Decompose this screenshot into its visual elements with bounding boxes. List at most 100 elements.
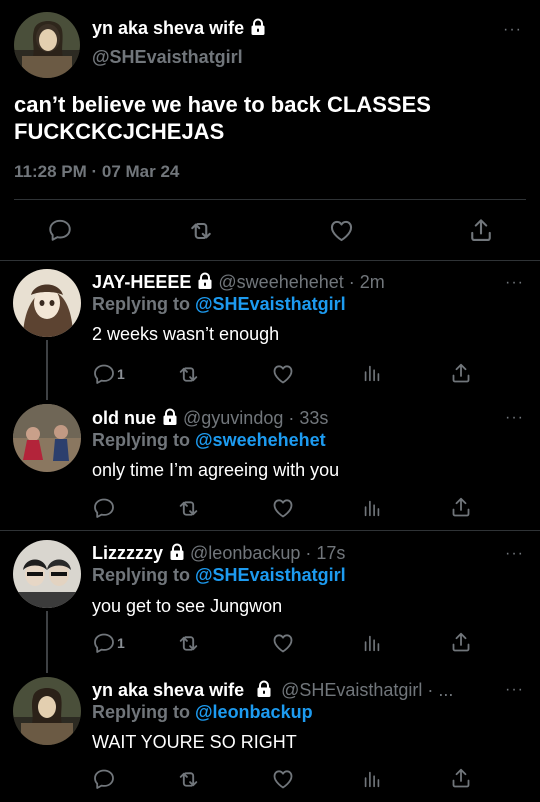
reply-icon: [47, 217, 73, 243]
like-icon: [328, 217, 355, 244]
more-options-icon[interactable]: ···: [503, 22, 522, 38]
like-button[interactable]: [271, 631, 295, 655]
main-share-button[interactable]: [467, 216, 495, 244]
reply-author-name[interactable]: old nue: [92, 408, 156, 428]
reply-button[interactable]: 1: [92, 631, 125, 655]
reply-button[interactable]: [92, 767, 117, 791]
lock-icon: [169, 543, 185, 561]
reply-header[interactable]: JAY-HEEEE @sweehehehet · 2m: [92, 272, 385, 293]
retweet-button[interactable]: [176, 631, 201, 656]
main-tweet-timestamp[interactable]: 11:28 PM · 07 Mar 24: [14, 162, 179, 182]
main-retweet-button[interactable]: [187, 217, 215, 245]
replying-to: Replying to @leonbackup: [92, 702, 313, 722]
reply-avatar[interactable]: [13, 540, 81, 608]
like-icon: [271, 767, 295, 791]
replying-to: Replying to @SHEvaisthatgirl: [92, 294, 346, 314]
replying-to-link[interactable]: @leonbackup: [195, 702, 313, 722]
main-author-name[interactable]: yn aka sheva wife: [92, 18, 266, 39]
reply-icon: [92, 362, 116, 386]
more-options-icon[interactable]: ···: [505, 410, 524, 426]
retweet-button[interactable]: [176, 496, 201, 521]
analytics-button[interactable]: [361, 497, 383, 519]
reply-text: only time I’m agreeing with you: [92, 460, 340, 480]
reply-header[interactable]: yn aka sheva wife @SHEvaisthatgirl · ...: [92, 680, 453, 701]
more-options-icon[interactable]: ···: [505, 682, 524, 698]
reply-button[interactable]: 1: [92, 362, 125, 386]
divider: [0, 260, 540, 261]
divider: [14, 199, 526, 200]
more-options-icon[interactable]: ···: [505, 275, 524, 291]
replying-to-link[interactable]: @sweehehehet: [195, 430, 326, 450]
analytics-icon: [361, 768, 383, 790]
analytics-icon: [361, 497, 383, 519]
reply-time: · 33s: [288, 408, 329, 428]
analytics-button[interactable]: [361, 362, 383, 384]
main-avatar[interactable]: [14, 12, 80, 78]
reply-header[interactable]: old nue @gyuvindog · 33s: [92, 408, 328, 429]
thread-line: [46, 611, 48, 673]
reply-time: · 2m: [348, 272, 385, 292]
reply-count: 1: [117, 635, 125, 651]
reply-author-handle[interactable]: @SHEvaisthatgirl · ...: [281, 680, 453, 700]
retweet-icon: [187, 217, 215, 245]
reply-icon: [92, 496, 116, 520]
analytics-icon: [361, 362, 383, 384]
retweet-icon: [176, 496, 201, 521]
analytics-icon: [361, 632, 383, 654]
retweet-button[interactable]: [176, 767, 201, 792]
analytics-button[interactable]: [361, 768, 383, 790]
replying-to-link[interactable]: @SHEvaisthatgirl: [195, 294, 346, 314]
reply-avatar[interactable]: [13, 269, 81, 337]
share-icon: [467, 216, 495, 244]
reply-icon: [92, 631, 116, 655]
reply-count: 1: [117, 366, 125, 382]
reply-author-name[interactable]: JAY-HEEEE: [92, 272, 191, 292]
share-icon: [449, 361, 473, 385]
share-icon: [449, 766, 473, 790]
share-icon: [449, 495, 473, 519]
replying-to: Replying to @sweehehehet: [92, 430, 326, 450]
replying-to-link[interactable]: @SHEvaisthatgirl: [195, 565, 346, 585]
like-icon: [271, 631, 295, 655]
like-button[interactable]: [271, 767, 295, 791]
like-icon: [271, 496, 295, 520]
share-icon: [449, 630, 473, 654]
lock-icon: [197, 272, 213, 290]
reply-author-handle[interactable]: @leonbackup: [190, 543, 300, 563]
replying-to: Replying to @SHEvaisthatgirl: [92, 565, 346, 585]
reply-time: · 17s: [305, 543, 346, 563]
reply-author-handle[interactable]: @sweehehehet: [218, 272, 343, 292]
like-icon: [271, 362, 295, 386]
reply-icon: [92, 767, 116, 791]
reply-avatar[interactable]: [13, 404, 81, 472]
retweet-icon: [176, 631, 201, 656]
share-button[interactable]: [449, 361, 473, 385]
reply-text: WAIT YOURE SO RIGHT: [92, 732, 297, 752]
reply-text: 2 weeks wasn’t enough: [92, 324, 280, 344]
main-tweet-text: can’t believe we have to back CLASSES FU…: [14, 92, 431, 144]
share-button[interactable]: [449, 630, 473, 654]
reply-header[interactable]: Lizzzzzy @leonbackup · 17s: [92, 543, 345, 564]
like-button[interactable]: [271, 362, 295, 386]
reply-button[interactable]: [92, 496, 117, 520]
share-button[interactable]: [449, 766, 473, 790]
like-button[interactable]: [271, 496, 295, 520]
main-reply-button[interactable]: [47, 217, 73, 243]
reply-author-name[interactable]: Lizzzzzy: [92, 543, 163, 563]
analytics-button[interactable]: [361, 632, 383, 654]
retweet-icon: [176, 362, 201, 387]
reply-author-name[interactable]: yn aka sheva wife: [92, 680, 244, 700]
lock-icon: [250, 18, 266, 36]
retweet-icon: [176, 767, 201, 792]
divider: [0, 530, 540, 531]
more-options-icon[interactable]: ···: [505, 546, 524, 562]
reply-author-handle[interactable]: @gyuvindog: [183, 408, 283, 428]
main-author-handle[interactable]: @SHEvaisthatgirl: [92, 47, 243, 68]
thread-line: [46, 340, 48, 400]
reply-text: you get to see Jungwon: [92, 596, 283, 616]
reply-avatar[interactable]: [13, 677, 81, 745]
lock-icon: [162, 408, 178, 426]
retweet-button[interactable]: [176, 362, 201, 387]
main-like-button[interactable]: [328, 217, 355, 244]
share-button[interactable]: [449, 495, 473, 519]
